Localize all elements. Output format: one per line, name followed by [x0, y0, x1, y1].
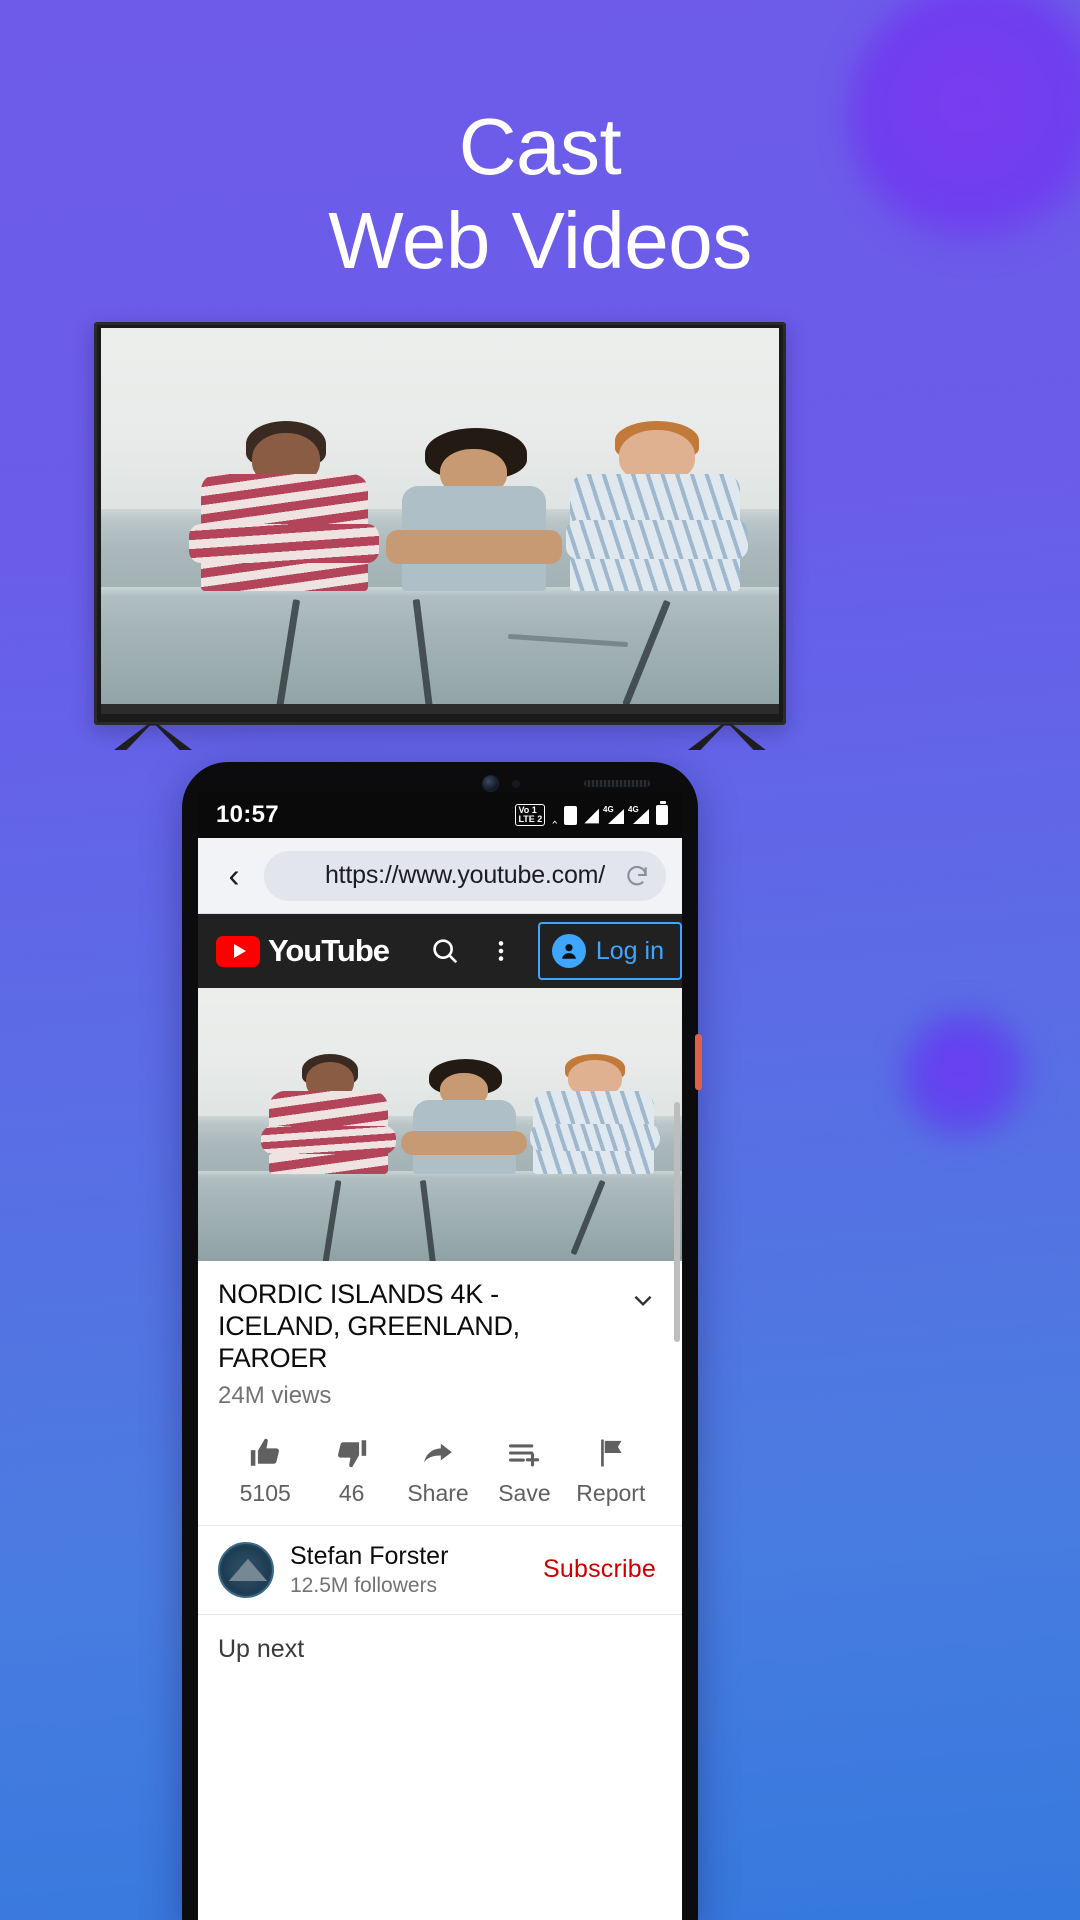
photo-concrete-wall	[198, 1170, 682, 1261]
subscribe-button[interactable]: Subscribe	[543, 1555, 662, 1584]
channel-row[interactable]: Stefan Forster 12.5M followers Subscribe	[198, 1526, 682, 1615]
page-title-line2: Web Videos	[328, 196, 752, 286]
phone-front-camera-icon	[482, 775, 499, 792]
wifi-icon: ◢	[584, 804, 599, 826]
video-title-row: NORDIC ISLANDS 4K - ICELAND, GREENLAND, …	[198, 1261, 682, 1375]
tv-mockup	[94, 322, 786, 750]
channel-avatar	[218, 1541, 274, 1598]
report-label: Report	[576, 1479, 646, 1506]
photo-crack	[412, 599, 435, 714]
signal-icon-1: 4G	[603, 805, 624, 824]
signal-icon-2: 4G	[628, 805, 649, 824]
phone-proximity-sensor-icon	[512, 780, 520, 788]
tv-screen	[101, 328, 779, 714]
photo-person-2	[385, 428, 563, 598]
login-label: Log in	[595, 936, 664, 965]
thumb-up-icon	[222, 1432, 308, 1474]
youtube-header: YouTube Log in	[198, 914, 682, 988]
photo-crack	[420, 1179, 437, 1261]
browser-toolbar: ‹ https://www.youtube.com/	[198, 838, 682, 914]
photo-concrete-wall	[101, 586, 779, 714]
like-button[interactable]: 5105	[222, 1432, 308, 1507]
search-icon[interactable]	[416, 936, 474, 966]
flag-icon	[568, 1432, 654, 1474]
status-icons: Vo 1 LTE 2 ‸ ◢ 4G 4G	[515, 801, 668, 826]
photo-crack	[507, 633, 628, 647]
youtube-wordmark: YouTube	[268, 933, 390, 968]
video-view-count: 24M views	[218, 1381, 332, 1409]
phone-mockup: 10:57 Vo 1 LTE 2 ‸ ◢ 4G 4G ‹ https://www…	[182, 762, 702, 1920]
thumb-down-icon	[308, 1432, 394, 1474]
url-text: https://www.youtube.com/	[324, 861, 606, 889]
share-label: Share	[407, 1479, 469, 1506]
bluetooth-icon: ‸	[552, 806, 558, 824]
back-button[interactable]: ‹	[214, 859, 254, 892]
status-bar: 10:57 Vo 1 LTE 2 ‸ ◢ 4G 4G	[198, 792, 682, 838]
save-button[interactable]: Save	[481, 1432, 567, 1507]
photo-crack	[274, 599, 301, 714]
youtube-logo[interactable]: YouTube	[216, 933, 390, 969]
share-button[interactable]: Share	[395, 1432, 481, 1507]
dislike-count: 46	[338, 1479, 365, 1506]
status-time: 10:57	[216, 801, 279, 828]
page-title-line1: Cast	[458, 102, 622, 191]
video-action-bar: 5105 46 Share Save Report	[198, 1410, 682, 1526]
save-label: Save	[498, 1479, 551, 1506]
battery-icon	[656, 801, 668, 825]
tv-leg-right	[688, 724, 766, 750]
url-bar[interactable]: https://www.youtube.com/	[264, 850, 666, 901]
photo-person-3	[562, 420, 752, 599]
video-frame	[198, 988, 682, 1261]
save-playlist-icon	[481, 1432, 567, 1474]
decorative-blob-bottom-right	[902, 1012, 1032, 1142]
photo-crack	[322, 1179, 342, 1261]
channel-followers: 12.5M followers	[290, 1573, 438, 1597]
up-next-heading: Up next	[218, 1634, 305, 1663]
photo-person-1	[260, 1053, 397, 1180]
video-details: NORDIC ISLANDS 4K - ICELAND, GREENLAND, …	[198, 1261, 682, 1674]
video-player[interactable]	[198, 988, 682, 1261]
photo-person-2	[401, 1059, 528, 1179]
youtube-play-icon	[216, 935, 260, 967]
share-icon	[395, 1432, 481, 1474]
phone-earpiece-speaker	[584, 780, 650, 787]
volte-icon: Vo 1 LTE 2	[515, 804, 546, 826]
channel-info: Stefan Forster 12.5M followers	[290, 1542, 527, 1598]
reload-icon[interactable]	[624, 863, 650, 889]
photo-crack	[570, 1179, 606, 1256]
tv-screen-bottom-edge	[101, 704, 779, 714]
page-title: Cast Web Videos	[0, 100, 1080, 289]
like-count: 5105	[239, 1479, 291, 1506]
tv-video-frame	[101, 328, 779, 714]
overflow-menu-icon[interactable]	[474, 938, 528, 964]
chevron-down-icon[interactable]	[624, 1279, 662, 1319]
photo-person-3	[527, 1053, 663, 1180]
phone-power-button[interactable]	[695, 1034, 702, 1090]
page-scrollbar[interactable]	[674, 1102, 680, 1342]
account-avatar-icon	[551, 934, 586, 968]
photo-person-1	[189, 420, 379, 599]
phone-screen: 10:57 Vo 1 LTE 2 ‸ ◢ 4G 4G ‹ https://www…	[198, 792, 682, 1920]
video-title: NORDIC ISLANDS 4K - ICELAND, GREENLAND, …	[218, 1279, 520, 1373]
report-button[interactable]: Report	[568, 1432, 654, 1507]
sim-icon	[564, 805, 578, 825]
photo-crack	[622, 599, 672, 707]
tv-bezel	[94, 322, 786, 725]
dislike-button[interactable]: 46	[308, 1432, 394, 1507]
tv-leg-left	[114, 724, 192, 750]
login-button[interactable]: Log in	[537, 922, 682, 980]
channel-name: Stefan Forster	[290, 1541, 449, 1570]
